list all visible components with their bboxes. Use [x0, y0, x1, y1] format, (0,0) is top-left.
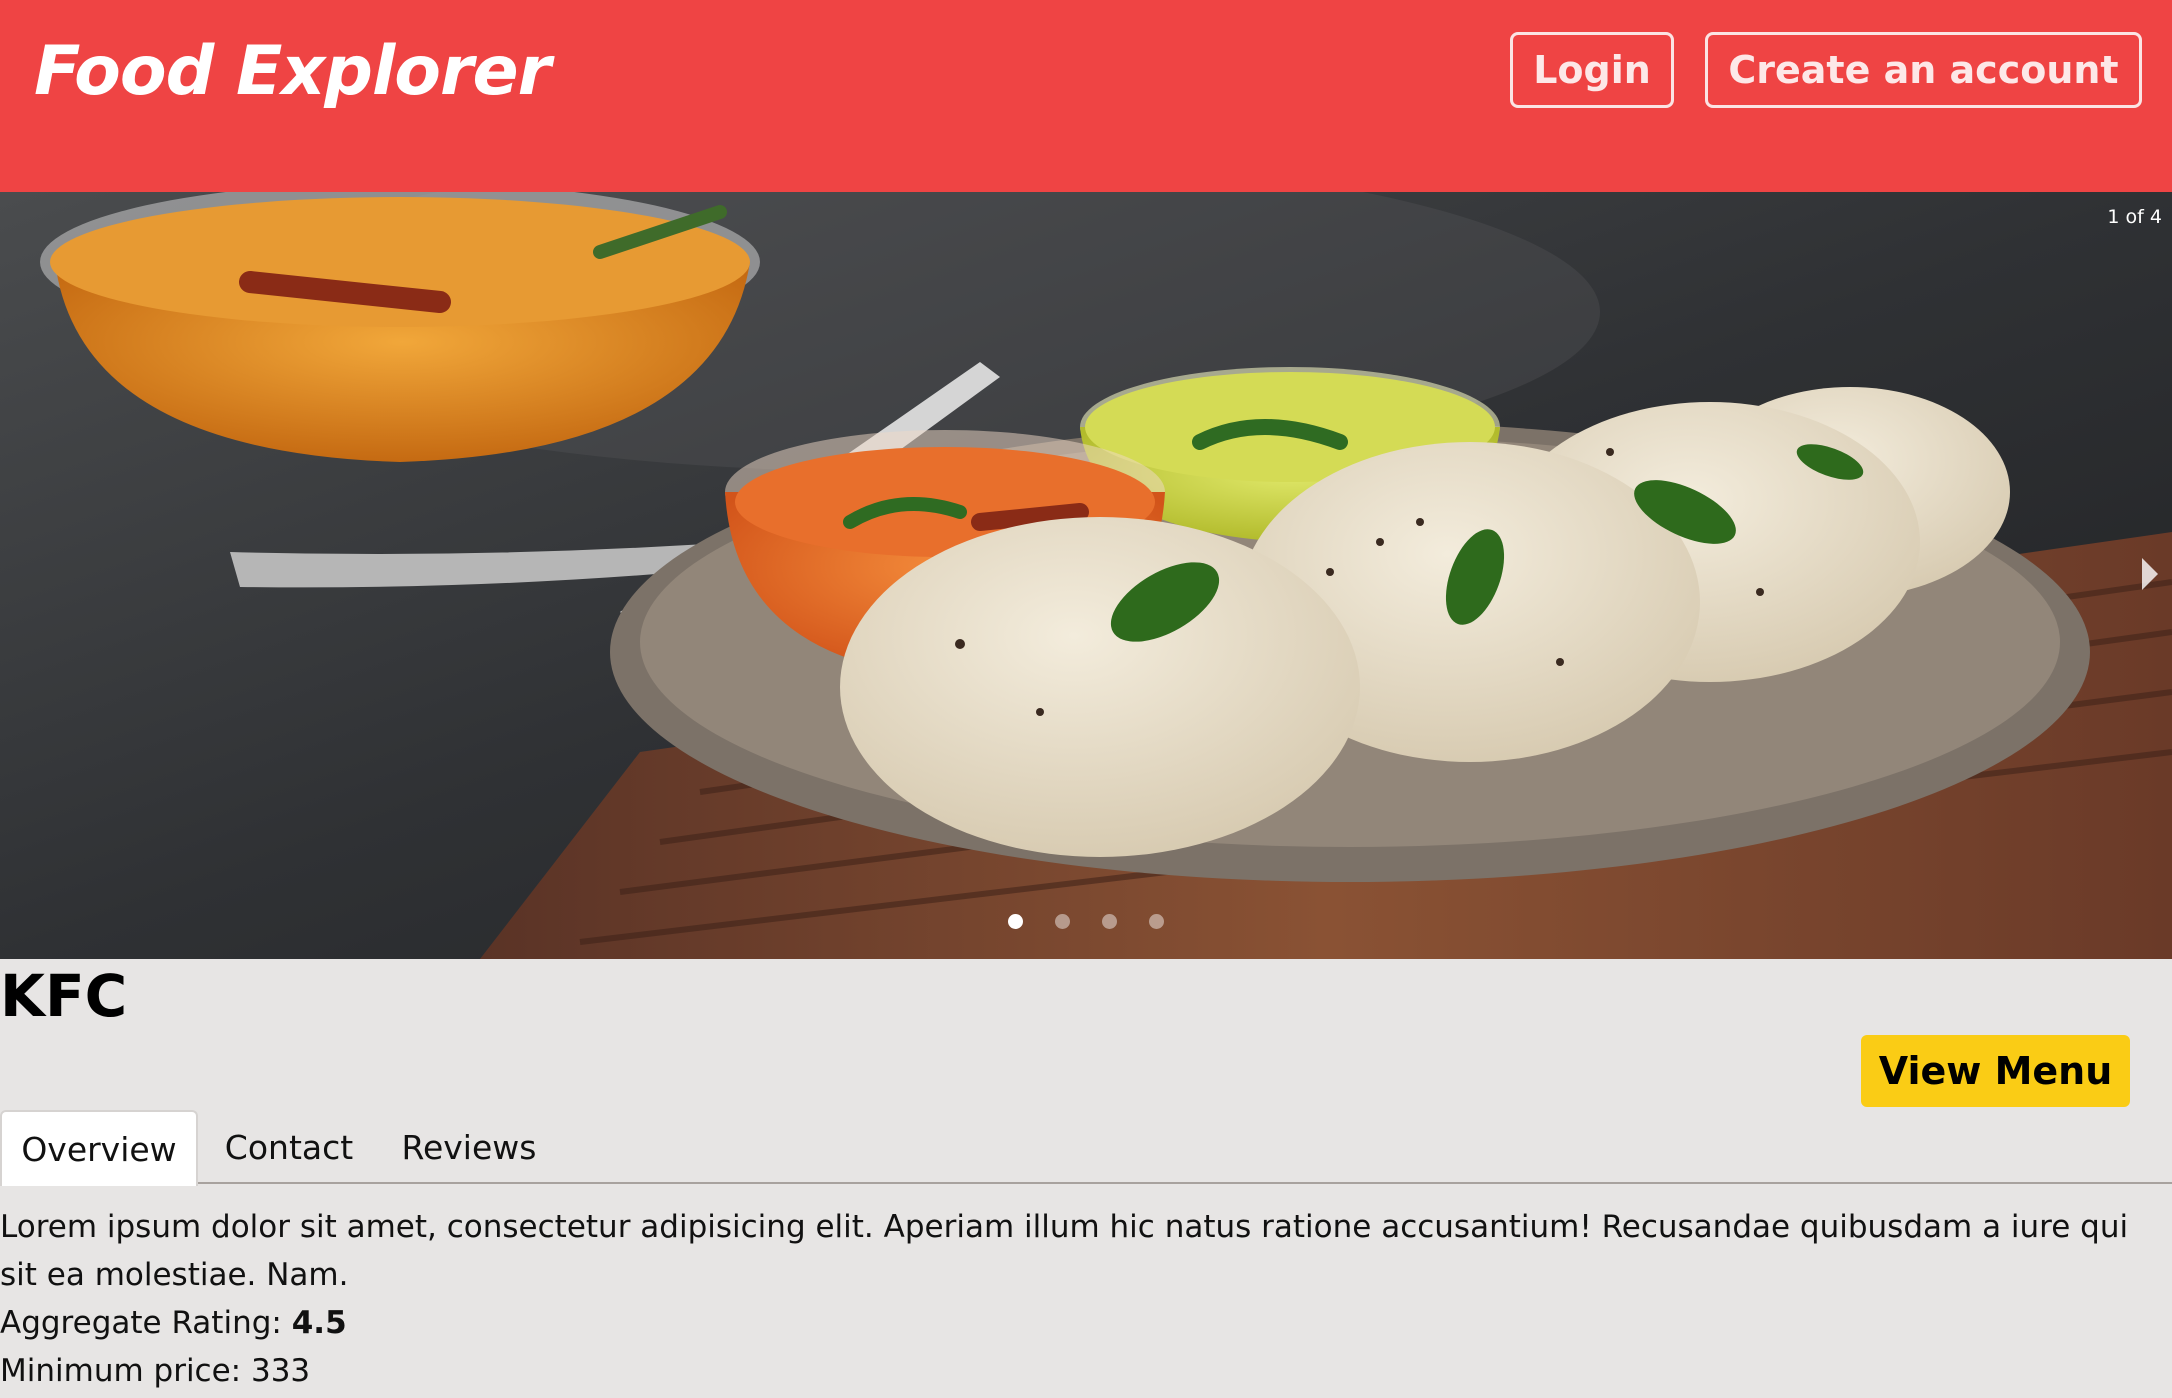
chevron-right-icon	[2142, 558, 2158, 590]
view-menu-button[interactable]: View Menu	[1861, 1035, 2130, 1107]
carousel-dot-4[interactable]	[1149, 914, 1164, 929]
tab-contact[interactable]: Contact	[198, 1110, 380, 1184]
min-price-label: Minimum price:	[0, 1353, 242, 1389]
top-navbar: Food Explorer Login Create an account	[0, 0, 2172, 192]
aggregate-rating: Aggregate Rating: 4.5	[0, 1299, 2150, 1347]
carousel-indicators	[0, 914, 2172, 929]
rating-label: Aggregate Rating:	[0, 1305, 282, 1341]
carousel-dot-2[interactable]	[1055, 914, 1070, 929]
tab-overview[interactable]: Overview	[0, 1110, 198, 1186]
tab-bar: Overview Contact Reviews	[0, 1110, 2172, 1186]
min-price-value: 333	[250, 1353, 311, 1389]
minimum-price: Minimum price: 333	[0, 1347, 2150, 1395]
brand-logo[interactable]: Food Explorer	[34, 26, 551, 118]
image-carousel: 1 of 4	[0, 192, 2172, 959]
tab-reviews[interactable]: Reviews	[380, 1110, 558, 1184]
create-account-button[interactable]: Create an account	[1705, 32, 2142, 108]
next-slide-button[interactable]	[2138, 552, 2162, 596]
overview-description: Lorem ipsum dolor sit amet, consectetur …	[0, 1209, 2129, 1293]
carousel-dot-1[interactable]	[1008, 914, 1023, 929]
rating-value: 4.5	[291, 1305, 347, 1341]
overview-panel: Lorem ipsum dolor sit amet, consectetur …	[0, 1203, 2150, 1395]
restaurant-name: KFC	[0, 962, 128, 1030]
slide-counter: 1 of 4	[2107, 206, 2162, 228]
food-photo	[0, 192, 2172, 959]
carousel-dot-3[interactable]	[1102, 914, 1117, 929]
login-button[interactable]: Login	[1510, 32, 1674, 108]
